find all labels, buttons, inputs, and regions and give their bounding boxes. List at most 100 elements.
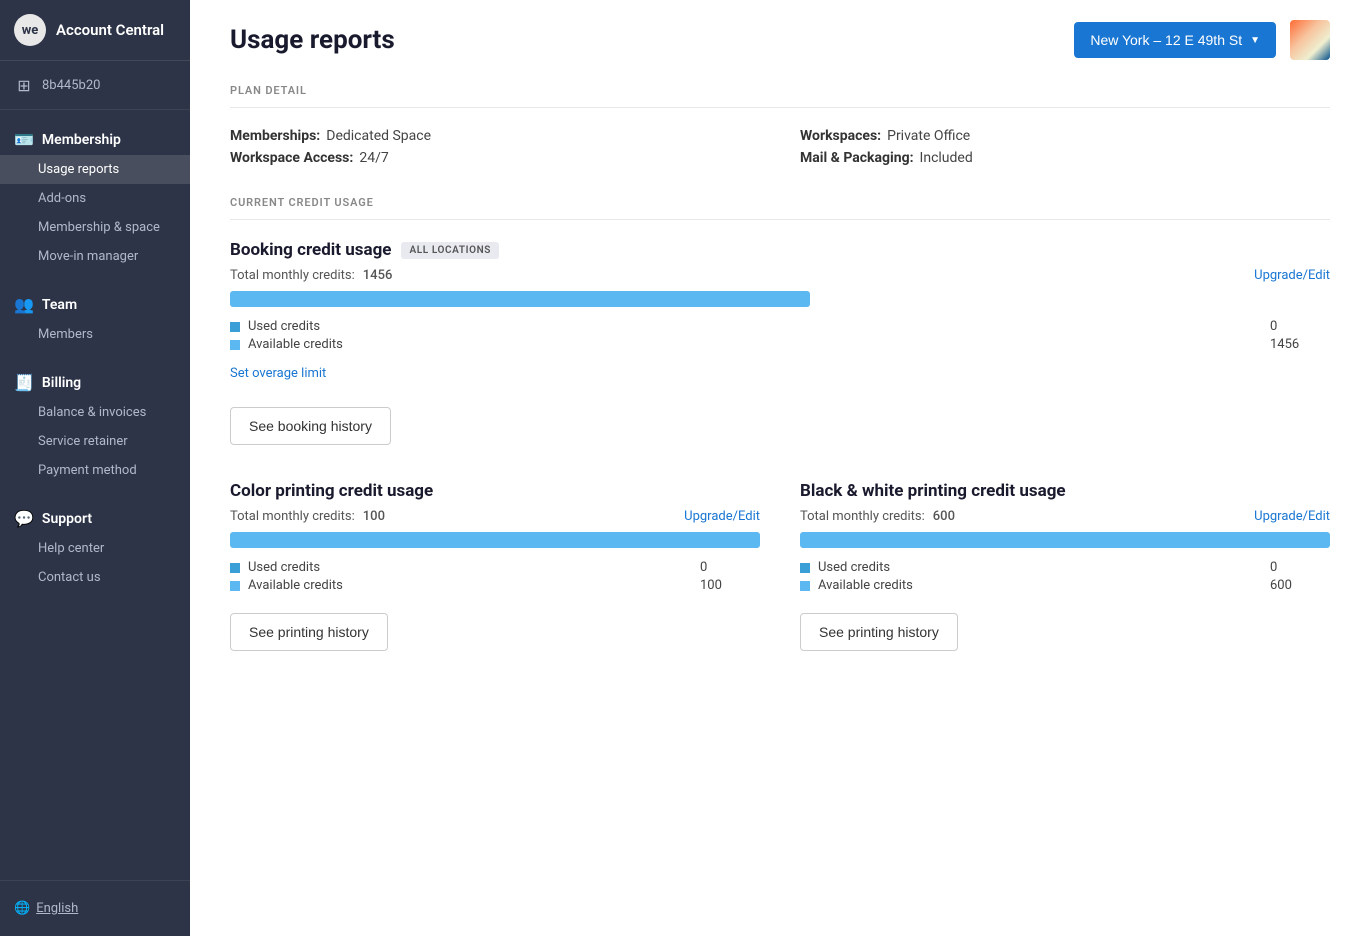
- bw-available-dot: [800, 581, 810, 591]
- color-printing-credit-section: Color printing credit usage Total monthl…: [230, 481, 760, 651]
- plan-mail-packaging-label: Mail & Packaging:: [800, 150, 914, 166]
- bw-used-legend: Used credits 0: [800, 560, 1330, 575]
- sidebar-item-balance-invoices[interactable]: Balance & invoices: [0, 398, 190, 427]
- bw-progress-bar: [800, 532, 1330, 548]
- set-overage-link[interactable]: Set overage limit: [230, 366, 326, 381]
- sidebar-billing-label: Billing: [42, 375, 81, 391]
- plan-workspaces-value: Private Office: [887, 128, 970, 144]
- page-title: Usage reports: [230, 25, 395, 55]
- booking-total-row: Total monthly credits: 1456 Upgrade/Edit: [230, 268, 1330, 283]
- booking-credit-section: Booking credit usage ALL LOCATIONS Total…: [230, 240, 1330, 445]
- bw-total-row: Total monthly credits: 600 Upgrade/Edit: [800, 509, 1330, 524]
- plan-detail-grid: Memberships: Dedicated Space Workspaces:…: [230, 128, 1330, 166]
- language-label[interactable]: English: [36, 901, 78, 916]
- color-used-legend: Used credits 0: [230, 560, 760, 575]
- location-button[interactable]: New York – 12 E 49th St ▼: [1074, 22, 1276, 58]
- color-progress-bar: [230, 532, 760, 548]
- color-used-value: 0: [700, 560, 760, 575]
- chevron-down-icon: ▼: [1250, 35, 1260, 46]
- sidebar-item-move-in-manager[interactable]: Move-in manager: [0, 242, 190, 271]
- main-header: Usage reports New York – 12 E 49th St ▼: [190, 0, 1370, 60]
- booking-used-label: Used credits: [248, 319, 320, 334]
- sidebar-item-members[interactable]: Members: [0, 320, 190, 349]
- bw-credit-legend: Used credits 0 Available credits 600: [800, 560, 1330, 593]
- location-label: New York – 12 E 49th St: [1090, 32, 1242, 48]
- booking-used-value: 0: [1270, 319, 1330, 334]
- main-content-area: Usage reports New York – 12 E 49th St ▼ …: [190, 0, 1370, 936]
- bw-used-label: Used credits: [818, 560, 890, 575]
- bw-upgrade-link[interactable]: Upgrade/Edit: [1254, 509, 1330, 524]
- booking-used-legend: Used credits 0: [230, 319, 1330, 334]
- booking-credit-title: Booking credit usage: [230, 240, 391, 260]
- bw-available-label: Available credits: [818, 578, 913, 593]
- color-used-label: Used credits: [248, 560, 320, 575]
- bw-printing-credit-section: Black & white printing credit usage Tota…: [800, 481, 1330, 651]
- see-bw-printing-history-button[interactable]: See printing history: [800, 613, 958, 651]
- color-available-dot: [230, 581, 240, 591]
- support-icon: 💬: [14, 509, 34, 528]
- sidebar-section-membership-header[interactable]: 🪪 Membership: [0, 124, 190, 155]
- all-locations-badge: ALL LOCATIONS: [401, 242, 498, 259]
- plan-mail-packaging-row: Mail & Packaging: Included: [800, 150, 1330, 166]
- sidebar-team-label: Team: [42, 297, 77, 313]
- bw-available-value: 600: [1270, 578, 1330, 593]
- booking-total-label: Total monthly credits:: [230, 268, 355, 283]
- color-available-label: Available credits: [248, 578, 343, 593]
- current-credit-usage-section-label: CURRENT CREDIT USAGE: [230, 196, 1330, 220]
- plan-mail-packaging-value: Included: [920, 150, 973, 166]
- bw-printing-title: Black & white printing credit usage: [800, 481, 1066, 501]
- booking-credit-legend: Used credits 0 Available credits 1456: [230, 319, 1330, 352]
- color-total-row: Total monthly credits: 100 Upgrade/Edit: [230, 509, 760, 524]
- plan-memberships-value: Dedicated Space: [326, 128, 431, 144]
- avatar: [1290, 20, 1330, 60]
- bw-used-value: 0: [1270, 560, 1330, 575]
- booking-available-legend: Available credits 1456: [230, 337, 1330, 352]
- color-upgrade-link[interactable]: Upgrade/Edit: [684, 509, 760, 524]
- booking-credit-header: Booking credit usage ALL LOCATIONS: [230, 240, 1330, 260]
- plan-workspace-access-value: 24/7: [359, 150, 388, 166]
- sidebar-section-support: 💬 Support Help center Contact us: [0, 489, 190, 596]
- header-right: New York – 12 E 49th St ▼: [1074, 20, 1330, 60]
- plan-detail-section-label: PLAN DETAIL: [230, 84, 1330, 108]
- sidebar-item-service-retainer[interactable]: Service retainer: [0, 427, 190, 456]
- membership-icon: 🪪: [14, 130, 34, 149]
- sidebar-item-add-ons[interactable]: Add-ons: [0, 184, 190, 213]
- see-color-printing-history-button[interactable]: See printing history: [230, 613, 388, 651]
- booking-available-value: 1456: [1270, 337, 1330, 352]
- color-printing-credit-header: Color printing credit usage: [230, 481, 760, 501]
- sidebar-footer: 🌐 English: [0, 880, 190, 936]
- bw-printing-credit-header: Black & white printing credit usage: [800, 481, 1330, 501]
- plan-workspaces-label: Workspaces:: [800, 128, 881, 144]
- plan-memberships-row: Memberships: Dedicated Space: [230, 128, 760, 144]
- account-id: 8b445b20: [42, 78, 100, 93]
- booking-available-dot: [230, 340, 240, 350]
- sidebar-item-payment-method[interactable]: Payment method: [0, 456, 190, 485]
- sidebar-logo: we Account Central: [0, 0, 190, 61]
- sidebar-item-usage-reports[interactable]: Usage reports: [0, 155, 190, 184]
- sidebar-section-membership: 🪪 Membership Usage reports Add-ons Membe…: [0, 110, 190, 275]
- main-content: PLAN DETAIL Memberships: Dedicated Space…: [190, 60, 1370, 727]
- account-id-row: ⊞ 8b445b20: [0, 61, 190, 110]
- sidebar-section-billing: 🧾 Billing Balance & invoices Service ret…: [0, 353, 190, 489]
- sidebar-support-label: Support: [42, 511, 92, 527]
- sidebar-section-support-header[interactable]: 💬 Support: [0, 503, 190, 534]
- color-used-dot: [230, 563, 240, 573]
- team-icon: 👥: [14, 295, 34, 314]
- sidebar-section-team-header[interactable]: 👥 Team: [0, 289, 190, 320]
- language-selector[interactable]: 🌐 English: [14, 897, 176, 920]
- sidebar-item-contact-us[interactable]: Contact us: [0, 563, 190, 592]
- sidebar-item-membership-space[interactable]: Membership & space: [0, 213, 190, 242]
- color-available-legend: Available credits 100: [230, 578, 760, 593]
- see-booking-history-button[interactable]: See booking history: [230, 407, 391, 445]
- color-total-value: 100: [363, 509, 385, 524]
- sidebar-section-billing-header[interactable]: 🧾 Billing: [0, 367, 190, 398]
- sidebar-item-help-center[interactable]: Help center: [0, 534, 190, 563]
- bw-total-value: 600: [933, 509, 955, 524]
- bw-available-legend: Available credits 600: [800, 578, 1330, 593]
- booking-used-dot: [230, 322, 240, 332]
- plan-workspace-access-label: Workspace Access:: [230, 150, 353, 166]
- plan-workspaces-row: Workspaces: Private Office: [800, 128, 1330, 144]
- billing-icon: 🧾: [14, 373, 34, 392]
- bw-used-dot: [800, 563, 810, 573]
- booking-upgrade-link[interactable]: Upgrade/Edit: [1254, 268, 1330, 283]
